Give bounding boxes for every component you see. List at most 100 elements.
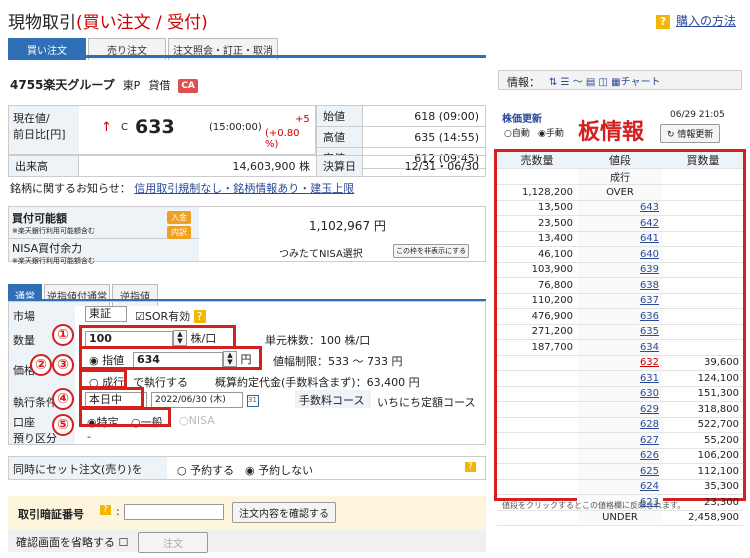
calendar-icon[interactable]: 31 (246, 395, 259, 407)
buy-qty: 318,800 (663, 401, 743, 418)
board-row: 13,400 641 (497, 231, 743, 247)
price-change-pct: (+0.80 %) (265, 128, 300, 150)
sell-qty (497, 463, 577, 480)
price-level[interactable]: 636 (576, 308, 664, 325)
sor-checkbox[interactable]: ☑SOR有効 ? (135, 308, 206, 324)
price-level[interactable]: 641 (576, 231, 664, 247)
board-update-label: 株価更新 (502, 114, 542, 125)
annotation-3: ③ (52, 354, 74, 376)
price-level[interactable]: 629 (576, 401, 664, 418)
board-row: 成行 (497, 168, 743, 185)
buy-qty: 522,700 (663, 417, 743, 433)
sor-help-icon[interactable]: ? (193, 310, 206, 323)
board-row: 46,100 640 (497, 246, 743, 263)
annotation-box-condition (79, 387, 144, 409)
board-row: UNDER 2,458,900 (497, 510, 743, 526)
volume-row: 出来高 14,603,900 株決算日 12/31・06/30 (8, 155, 486, 177)
market-select[interactable]: 東証 (85, 306, 127, 322)
price-level[interactable]: 634 (576, 339, 664, 356)
board-row: 23,500 642 (497, 215, 743, 232)
annotation-box-price (79, 346, 262, 370)
price-level[interactable]: 625 (576, 463, 664, 480)
breakdown-button[interactable]: 内訳 (167, 226, 191, 239)
buy-qty: 151,300 (663, 386, 743, 402)
notice-link[interactable]: 信用取引規制なし・銘柄情報あり・建玉上限 (134, 182, 354, 195)
buy-qty (663, 246, 743, 263)
refresh-button[interactable]: ↻ 情報更新 (660, 124, 721, 143)
price-level[interactable]: 630 (576, 386, 664, 402)
price-level[interactable]: 642 (576, 215, 664, 232)
skip-checkbox[interactable]: ☐ (119, 536, 129, 549)
sell-qty (497, 432, 577, 449)
info-icons[interactable]: ⇅ ☰ 〜 ▤ ◫ ▦チャート (549, 73, 661, 88)
order-book-table: 売数量 値段 買数量 成行 1,128,200 OVER 13,500 643 23,500 6… (497, 152, 743, 526)
price-level[interactable]: 638 (576, 277, 664, 294)
board-row: 625 112,100 (497, 463, 743, 480)
board-footer: 値段をクリックするとこの値格欄に反映されます。 (502, 501, 686, 510)
board-row: 103,900 639 (497, 262, 743, 278)
price-level[interactable]: 635 (576, 324, 664, 340)
price-level[interactable]: 639 (576, 262, 664, 278)
sell-qty: 103,900 (497, 262, 577, 278)
buy-qty (663, 293, 743, 309)
price-level[interactable]: 626 (576, 448, 664, 464)
help-link[interactable]: ? 購入の方法 (655, 12, 736, 29)
ca-icon[interactable]: CA (178, 78, 198, 93)
board-row: 476,900 636 (497, 308, 743, 325)
board-row: 627 55,200 (497, 432, 743, 449)
set-order-row: 同時にセット注文(売り)を ○ 予約する ◉ 予約しない ? (8, 456, 486, 480)
sell-qty (497, 355, 577, 371)
price-level[interactable]: 643 (576, 200, 664, 216)
board-row: 626 106,200 (497, 448, 743, 464)
price-level[interactable]: 637 (576, 293, 664, 309)
price-level[interactable]: 631 (576, 370, 664, 387)
annotation-4: ④ (52, 388, 74, 410)
skip-row: 確認画面を省略する ☐ 注文 (8, 530, 486, 553)
buy-qty: 106,200 (663, 448, 743, 464)
pin-input[interactable] (124, 504, 224, 520)
price-change: +5 (295, 114, 310, 125)
price-level[interactable]: 632 (576, 355, 664, 371)
annotation-5: ⑤ (52, 414, 74, 436)
sell-qty (497, 448, 577, 464)
unit-info: 単元株数：100 株/口 (265, 334, 371, 347)
board-row: 630 151,300 (497, 386, 743, 402)
price-time: (15:00:00) (209, 122, 262, 133)
buy-qty (663, 231, 743, 247)
set-order-yes-radio[interactable]: ○ 予約する (177, 462, 234, 478)
date-select[interactable]: 2022/06/30 (木) (151, 392, 243, 408)
auto-radio[interactable]: ○自動 (504, 126, 530, 139)
order-button[interactable]: 注文 (138, 532, 208, 553)
board-row: 76,800 638 (497, 277, 743, 294)
help-icon: ? (655, 15, 670, 29)
board-row: 624 35,300 (497, 479, 743, 495)
sell-qty: 476,900 (497, 308, 577, 325)
set-order-no-radio[interactable]: ◉ 予約しない (245, 462, 313, 478)
board-row: 632 39,600 (497, 355, 743, 371)
sell-qty (497, 401, 577, 418)
buy-qty: 2,458,900 (663, 510, 743, 526)
price-level[interactable]: 628 (576, 417, 664, 433)
price-level[interactable]: 627 (576, 432, 664, 449)
confirm-order-button[interactable]: 注文内容を確認する (232, 502, 336, 523)
buy-qty (663, 184, 743, 201)
set-order-help-icon[interactable]: ? (465, 462, 476, 472)
manual-radio[interactable]: ◉手動 (538, 126, 564, 139)
price-range: 値幅制限：533 ～ 733 円 (273, 355, 403, 368)
buy-qty: 39,600 (663, 355, 743, 371)
price-box: 現在値/ 前日比[円] ↑ C 633 (15:00:00) +5 (+0.80… (8, 105, 316, 155)
price-flag: C (121, 122, 128, 133)
price-level[interactable]: 640 (576, 246, 664, 263)
sell-qty (497, 370, 577, 387)
deposit-button[interactable]: 入金 (167, 211, 191, 224)
sell-qty: 187,700 (497, 339, 577, 356)
buy-qty: 55,200 (663, 432, 743, 449)
stock-header: 4755楽天グループ 東P 貸借 CA (10, 76, 198, 93)
board-title: 板情報 (578, 120, 645, 145)
hide-nisa-button[interactable]: この枠を非表示にする (393, 244, 470, 258)
buy-qty (663, 215, 743, 232)
buying-power-box: 買付可能額 ※楽天銀行利用可能額含む 入金 内訳 1,102,967 円 NISA… (8, 206, 486, 265)
price-level[interactable]: 624 (576, 479, 664, 495)
pin-help-icon[interactable]: ? (100, 505, 111, 515)
page-title: 現物取引(買い注文 / 受付) (8, 13, 208, 33)
